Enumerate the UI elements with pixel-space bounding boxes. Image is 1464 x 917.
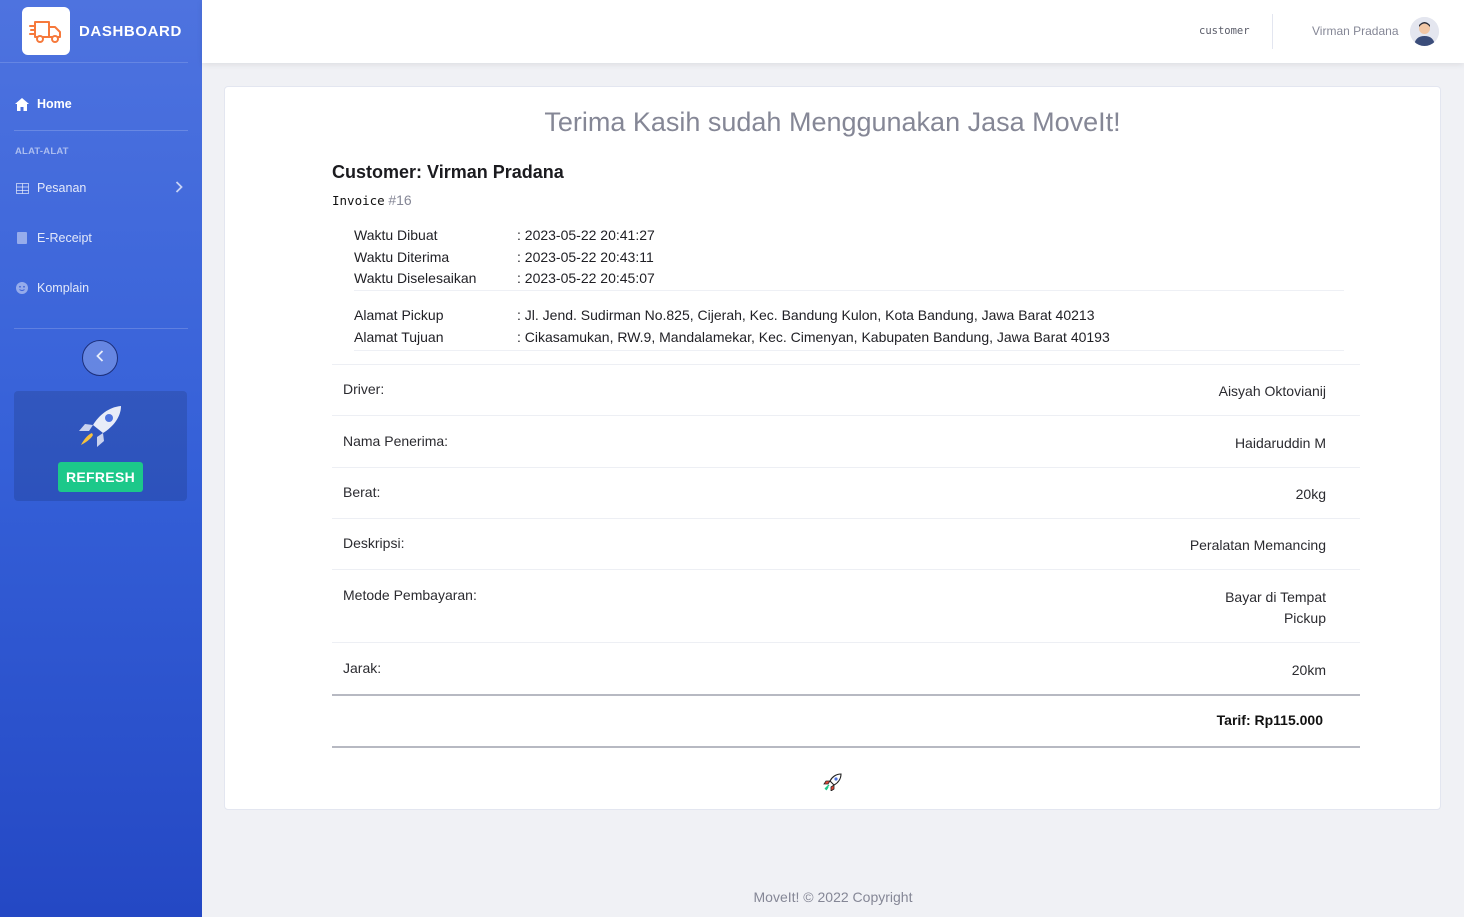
- customer-name: Virman Pradana: [427, 162, 564, 182]
- detail-value: Aisyah Oktovianij: [1218, 383, 1326, 399]
- detail-label: Metode Pembayaran:: [343, 587, 477, 603]
- destination-address-row: Alamat Tujuan : Cikasamukan, RW.9, Manda…: [354, 329, 1110, 345]
- sidebar-item-komplain[interactable]: Komplain: [0, 263, 202, 313]
- info-value: : 2023-05-22 20:43:11: [517, 249, 654, 265]
- detail-label: Nama Penerima:: [343, 433, 449, 449]
- divider: [354, 290, 1344, 291]
- sidebar-item-label: Pesanan: [37, 181, 87, 195]
- user-name[interactable]: Virman Pradana: [1312, 24, 1399, 38]
- total-divider: [332, 694, 1360, 696]
- info-label: Waktu Diselesaikan: [354, 270, 477, 286]
- sidebar: DASHBOARD Home ALAT-ALAT Pesanan E-Recei…: [0, 0, 202, 917]
- document-icon: [15, 231, 29, 245]
- detail-value: 20km: [1291, 662, 1326, 678]
- info-value: : 2023-05-22 20:45:07: [517, 270, 655, 286]
- sidebar-divider: [14, 328, 188, 329]
- chevron-left-icon: [96, 349, 104, 367]
- detail-label: Berat:: [343, 484, 381, 500]
- sidebar-item-label: Komplain: [37, 281, 90, 295]
- topbar-divider: [1272, 14, 1273, 49]
- invoice-label: Invoice: [332, 193, 385, 208]
- sidebar-heading: ALAT-ALAT: [15, 146, 69, 157]
- info-label: Waktu Dibuat: [354, 227, 438, 243]
- brand-title: DASHBOARD: [79, 22, 182, 40]
- truck-logo-icon: [22, 7, 70, 55]
- rocket-icon: [823, 773, 843, 796]
- table-border: [332, 642, 1360, 643]
- sidebar-item-label: E-Receipt: [37, 231, 92, 245]
- refresh-button[interactable]: REFRESH: [58, 462, 143, 492]
- info-value: : Cikasamukan, RW.9, Mandalamekar, Kec. …: [517, 329, 1110, 345]
- time-accepted-row: Waktu Diterima : 2023-05-22 20:43:11: [354, 249, 654, 265]
- sidebar-item-home[interactable]: Home: [0, 78, 202, 130]
- total-tarif: Tarif: Rp115.000: [1216, 712, 1323, 728]
- time-completed-row: Waktu Diselesaikan : 2023-05-22 20:45:07: [354, 270, 655, 286]
- customer-heading: Customer: Virman Pradana: [332, 162, 564, 183]
- table-row: Metode Pembayaran: Bayar di Tempat Picku…: [332, 587, 1360, 629]
- detail-value-line: Bayar di Tempat: [1225, 589, 1326, 605]
- invoice-id: #16: [388, 192, 412, 208]
- total-divider: [332, 746, 1360, 748]
- footer-copyright: MoveIt! © 2022 Copyright: [753, 889, 913, 905]
- table-border: [332, 364, 1360, 365]
- smile-icon: [15, 281, 29, 295]
- info-value: : 2023-05-22 20:41:27: [517, 227, 655, 243]
- sidebar-item-pesanan[interactable]: Pesanan: [0, 163, 202, 213]
- pickup-address-row: Alamat Pickup : Jl. Jend. Sudirman No.82…: [354, 307, 1094, 323]
- brand[interactable]: DASHBOARD: [0, 0, 188, 63]
- table-border: [332, 518, 1360, 519]
- detail-label: Jarak:: [343, 660, 382, 676]
- sidebar-item-label: Home: [37, 97, 72, 111]
- topbar: customer Virman Pradana: [202, 0, 1464, 63]
- detail-label: Deskripsi:: [343, 535, 405, 551]
- table-icon: [15, 181, 29, 195]
- rocket-icon: [75, 403, 127, 454]
- table-row: Jarak: 20km: [332, 660, 1360, 681]
- detail-value: Haidaruddin M: [1234, 435, 1326, 451]
- table-row: Deskripsi: Peralatan Memancing: [332, 535, 1360, 556]
- page-title: Terima Kasih sudah Menggunakan Jasa Move…: [544, 107, 1121, 137]
- table-row: Driver: Aisyah Oktovianij: [332, 381, 1360, 402]
- customer-label: Customer:: [332, 162, 423, 182]
- info-value: : Jl. Jend. Sudirman No.825, Cijerah, Ke…: [517, 307, 1095, 323]
- sidebar-promo-card: REFRESH: [14, 391, 187, 501]
- info-label: Waktu Diterima: [354, 249, 450, 265]
- table-row: Nama Penerima: Haidaruddin M: [332, 433, 1360, 454]
- table-border: [332, 467, 1360, 468]
- sidebar-item-ereceipt[interactable]: E-Receipt: [0, 213, 202, 263]
- avatar[interactable]: [1410, 17, 1439, 46]
- detail-value: 20kg: [1295, 486, 1326, 502]
- table-row: Berat: 20kg: [332, 484, 1360, 505]
- detail-value: Bayar di Tempat Pickup: [1225, 587, 1326, 629]
- chevron-right-icon: [175, 180, 183, 196]
- info-label: Alamat Pickup: [354, 307, 444, 323]
- detail-label: Driver:: [343, 381, 385, 397]
- home-icon: [15, 97, 29, 111]
- detail-value: Peralatan Memancing: [1189, 537, 1326, 553]
- detail-value-line: Pickup: [1283, 610, 1326, 626]
- receipt-card: Terima Kasih sudah Menggunakan Jasa Move…: [224, 86, 1441, 810]
- divider: [354, 350, 1344, 351]
- time-created-row: Waktu Dibuat : 2023-05-22 20:41:27: [354, 227, 655, 243]
- user-role: customer: [1199, 25, 1250, 37]
- table-border: [332, 415, 1360, 416]
- invoice-number: Invoice #16: [332, 192, 412, 208]
- sidebar-toggle-button[interactable]: [82, 340, 118, 376]
- table-border: [332, 569, 1360, 570]
- info-label: Alamat Tujuan: [354, 329, 444, 345]
